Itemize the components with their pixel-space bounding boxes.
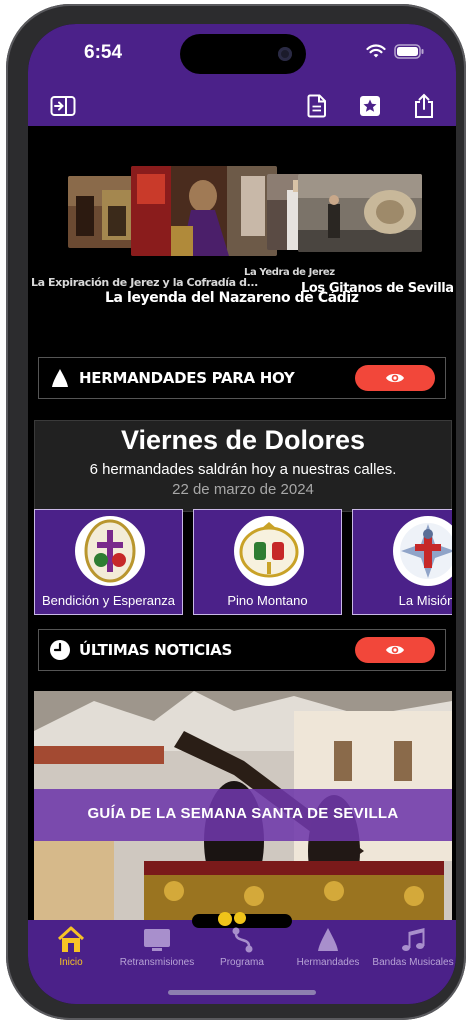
star-bookmark-icon bbox=[360, 96, 380, 116]
tab-label: Programa bbox=[220, 957, 264, 968]
featured-thumbnail[interactable] bbox=[298, 174, 422, 252]
brotherhood-card[interactable]: Pino Montano bbox=[193, 509, 342, 615]
view-news-button[interactable] bbox=[355, 637, 435, 663]
brotherhood-logo bbox=[234, 516, 304, 586]
tab-retransmisiones[interactable]: Retransmisiones bbox=[114, 926, 200, 974]
eye-icon bbox=[386, 645, 404, 655]
view-today-button[interactable] bbox=[355, 365, 435, 391]
dynamic-island bbox=[180, 34, 306, 74]
favorites-button[interactable] bbox=[355, 92, 385, 120]
eye-icon bbox=[386, 373, 404, 383]
app-screen: 6:54 La Expiración de Jerez y la Cofradí… bbox=[28, 24, 456, 1004]
news-title: GUÍA DE LA SEMANA SANTA DE SEVILLA bbox=[87, 805, 399, 822]
route-icon bbox=[232, 927, 253, 953]
tab-label: Hermandades bbox=[296, 957, 360, 968]
home-indicator[interactable] bbox=[168, 990, 316, 995]
top-toolbar bbox=[28, 86, 456, 126]
brotherhood-name: Bendición y Esperanza bbox=[42, 593, 175, 608]
day-date: 22 de marzo de 2024 bbox=[172, 481, 314, 498]
phone-frame: 6:54 La Expiración de Jerez y la Cofradí… bbox=[6, 4, 466, 1020]
share-icon bbox=[415, 93, 433, 118]
tab-label: Inicio bbox=[59, 957, 83, 968]
brotherhood-name: La Misión bbox=[398, 593, 452, 608]
home-icon bbox=[57, 926, 85, 952]
today-section-header: HERMANDADES PARA HOY bbox=[38, 357, 446, 399]
front-camera bbox=[278, 47, 292, 61]
news-section-header: ÚLTIMAS NOTICIAS bbox=[38, 629, 446, 671]
capirote-icon bbox=[318, 928, 338, 951]
day-card: Viernes de Dolores 6 hermandades saldrán… bbox=[34, 420, 452, 512]
tab-inicio[interactable]: Inicio bbox=[28, 926, 114, 974]
featured-thumbnail[interactable] bbox=[68, 176, 138, 248]
featured-caption: Los Gitanos de Sevilla bbox=[301, 281, 454, 296]
tv-icon bbox=[144, 929, 170, 951]
today-section-title: HERMANDADES PARA HOY bbox=[79, 369, 295, 387]
brotherhood-logo bbox=[75, 516, 145, 586]
document-button[interactable] bbox=[302, 92, 332, 120]
status-bar: 6:54 bbox=[28, 24, 456, 86]
featured-carousel[interactable]: La Expiración de Jerez y la Cofradía d..… bbox=[28, 126, 456, 326]
home-content[interactable]: La Expiración de Jerez y la Cofradía d..… bbox=[28, 126, 456, 920]
tab-label: Bandas Musicales bbox=[372, 957, 454, 968]
document-icon bbox=[307, 94, 326, 118]
brotherhood-card[interactable]: La Misión bbox=[352, 509, 452, 615]
day-subtitle: 6 hermandades saldrán hoy a nuestras cal… bbox=[89, 461, 397, 478]
news-title-band: GUÍA DE LA SEMANA SANTA DE SEVILLA bbox=[34, 789, 452, 841]
wifi-icon bbox=[366, 44, 386, 58]
battery-icon bbox=[394, 44, 424, 59]
brotherhood-carousel[interactable]: Bendición y Esperanza Pino Montano La Mi… bbox=[34, 509, 452, 615]
tab-hermandades[interactable]: Hermandades bbox=[285, 926, 371, 974]
day-title: Viernes de Dolores bbox=[120, 425, 366, 455]
brotherhood-name: Pino Montano bbox=[227, 593, 308, 608]
featured-caption: La Expiración de Jerez y la Cofradía d..… bbox=[31, 276, 258, 289]
sidebar-toggle-button[interactable] bbox=[48, 92, 78, 120]
share-button[interactable] bbox=[409, 92, 439, 120]
tab-label: Retransmisiones bbox=[119, 957, 195, 968]
tab-bandas-musicales[interactable]: Bandas Musicales bbox=[370, 926, 456, 974]
music-notes-icon bbox=[402, 928, 425, 951]
tab-programa[interactable]: Programa bbox=[199, 926, 285, 974]
capirote-icon bbox=[52, 369, 68, 387]
featured-caption: La Yedra de Jerez bbox=[244, 267, 335, 278]
brotherhood-card[interactable]: Bendición y Esperanza bbox=[34, 509, 183, 615]
status-time: 6:54 bbox=[84, 42, 123, 63]
news-section-title: ÚLTIMAS NOTICIAS bbox=[79, 641, 232, 659]
featured-thumbnail[interactable] bbox=[131, 166, 277, 256]
brotherhood-logo bbox=[393, 516, 452, 586]
sidebar-toggle-icon bbox=[50, 96, 76, 116]
status-icons bbox=[366, 44, 424, 59]
news-card[interactable]: GUÍA DE LA SEMANA SANTA DE SEVILLA bbox=[34, 691, 452, 920]
clock-icon bbox=[50, 640, 70, 660]
